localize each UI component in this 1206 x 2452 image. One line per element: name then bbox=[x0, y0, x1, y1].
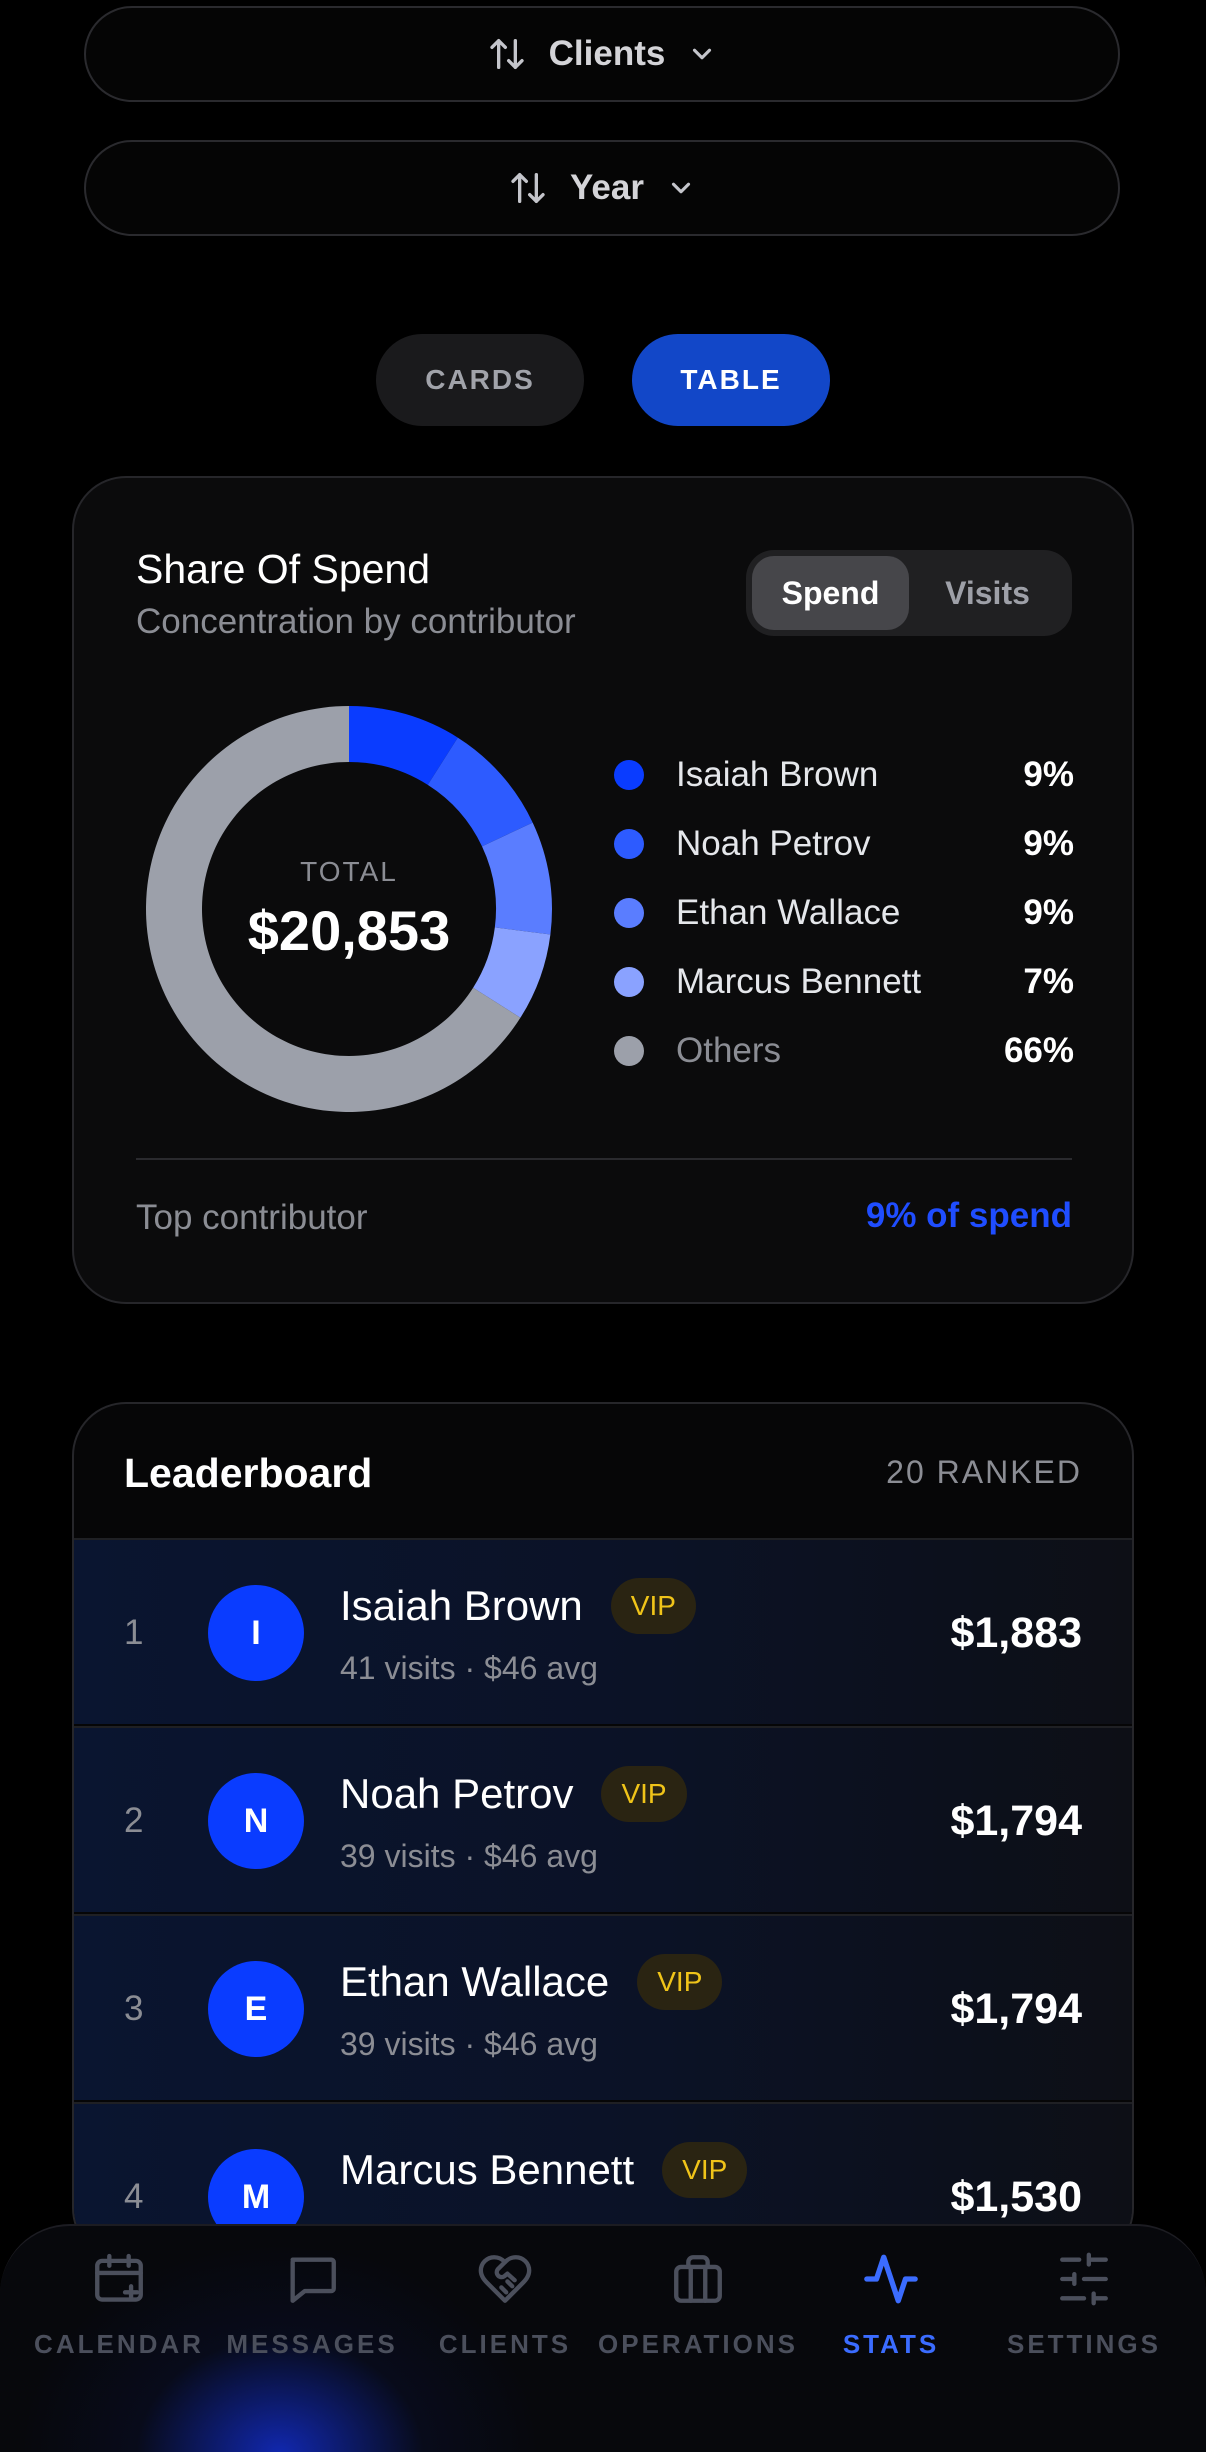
legend-item: Isaiah Brown 9% bbox=[614, 740, 1074, 809]
vip-badge: VIP bbox=[662, 2142, 748, 2198]
tab-label: SETTINGS bbox=[1006, 2329, 1161, 2359]
row-amount: $1,794 bbox=[950, 1796, 1082, 1845]
legend-percent: 9% bbox=[1023, 754, 1074, 794]
card-divider bbox=[136, 1158, 1072, 1160]
legend-dot bbox=[614, 828, 644, 859]
donut-total-label: TOTAL bbox=[300, 855, 398, 887]
legend-dot bbox=[614, 759, 644, 790]
cards-view-button[interactable]: CARDS bbox=[376, 334, 584, 426]
row-name-line: Noah Petrov VIP bbox=[340, 1766, 687, 1822]
chevron-down-icon bbox=[666, 173, 696, 203]
row-name-line: Isaiah Brown VIP bbox=[340, 1578, 696, 1634]
briefcase-icon bbox=[669, 2250, 727, 2313]
metric-toggle: Spend Visits bbox=[746, 550, 1072, 636]
legend-name: Others bbox=[676, 1030, 782, 1070]
spend-toggle-button[interactable]: Spend bbox=[752, 556, 909, 630]
client-name: Ethan Wallace bbox=[340, 1958, 610, 2005]
client-name: Marcus Bennett bbox=[340, 2146, 635, 2193]
row-meta: 39 visits · $46 avg bbox=[340, 1838, 598, 1874]
leaderboard-count: 20 RANKED bbox=[886, 1454, 1082, 1490]
legend-percent: 66% bbox=[1003, 1030, 1074, 1070]
client-name: Isaiah Brown bbox=[340, 1582, 583, 1629]
row-amount: $1,883 bbox=[950, 1608, 1082, 1657]
sort-arrows-icon bbox=[508, 168, 548, 208]
row-rank: 1 bbox=[124, 1613, 144, 1652]
leaderboard-row[interactable]: 3 E Ethan Wallace VIP 39 visits · $46 av… bbox=[74, 1914, 1132, 2100]
legend-item: Noah Petrov 9% bbox=[614, 809, 1074, 878]
row-name-line: Marcus Bennett VIP bbox=[340, 2142, 748, 2198]
legend-name: Ethan Wallace bbox=[676, 892, 901, 932]
leaderboard-title: Leaderboard bbox=[124, 1450, 373, 1496]
legend-item: Others 66% bbox=[614, 1016, 1074, 1085]
legend-name: Isaiah Brown bbox=[676, 754, 879, 794]
tab-label: MESSAGES bbox=[226, 2329, 398, 2359]
legend-percent: 9% bbox=[1023, 892, 1074, 932]
share-of-spend-card: Share Of Spend Concentration by contribu… bbox=[72, 476, 1134, 1304]
leaderboard-row[interactable]: 1 I Isaiah Brown VIP 41 visits · $46 avg… bbox=[74, 1538, 1132, 1724]
legend-dot bbox=[614, 1035, 644, 1066]
tab-settings[interactable]: SETTINGS bbox=[989, 2250, 1179, 2360]
vip-badge: VIP bbox=[610, 1578, 696, 1634]
legend-dot bbox=[614, 966, 644, 997]
avatar: E bbox=[208, 1961, 304, 2057]
sliders-icon bbox=[1055, 2250, 1113, 2313]
calendar-add-icon bbox=[90, 2250, 148, 2313]
tab-label: OPERATIONS bbox=[598, 2329, 798, 2359]
tab-label: CALENDAR bbox=[34, 2329, 204, 2359]
clients-filter-label: Clients bbox=[548, 34, 666, 73]
activity-pulse-icon bbox=[862, 2250, 920, 2313]
row-rank: 3 bbox=[124, 1989, 144, 2028]
legend-item: Marcus Bennett 7% bbox=[614, 947, 1074, 1016]
legend-item: Ethan Wallace 9% bbox=[614, 878, 1074, 947]
vip-badge: VIP bbox=[601, 1766, 687, 1822]
tab-messages[interactable]: MESSAGES bbox=[217, 2250, 407, 2360]
row-rank: 2 bbox=[124, 1801, 144, 1840]
row-name-line: Ethan Wallace VIP bbox=[340, 1954, 723, 2010]
donut-total-value: $20,853 bbox=[247, 898, 451, 962]
share-subtitle: Concentration by contributor bbox=[136, 602, 576, 641]
year-filter-label: Year bbox=[570, 168, 644, 207]
avatar: I bbox=[208, 1585, 304, 1681]
leaderboard-row[interactable]: 2 N Noah Petrov VIP 39 visits · $46 avg … bbox=[74, 1726, 1132, 1912]
heart-handshake-icon bbox=[476, 2250, 534, 2313]
top-contributor-label: Top contributor bbox=[136, 1198, 368, 1237]
legend-name: Marcus Bennett bbox=[676, 961, 922, 1001]
year-filter-select[interactable]: Year bbox=[84, 140, 1120, 236]
legend-percent: 9% bbox=[1023, 823, 1074, 863]
share-title: Share Of Spend bbox=[136, 546, 431, 592]
row-meta: 39 visits · $46 avg bbox=[340, 2026, 598, 2062]
chevron-down-icon bbox=[687, 39, 717, 69]
legend-dot bbox=[614, 897, 644, 928]
tab-clients[interactable]: CLIENTS bbox=[410, 2250, 600, 2360]
client-name: Noah Petrov bbox=[340, 1770, 574, 1817]
row-meta: 41 visits · $46 avg bbox=[340, 1650, 598, 1686]
tab-stats[interactable]: STATS bbox=[796, 2250, 986, 2360]
legend-name: Noah Petrov bbox=[676, 823, 871, 863]
message-bubble-icon bbox=[283, 2250, 341, 2313]
tab-label: CLIENTS bbox=[438, 2329, 572, 2359]
donut-legend: Isaiah Brown 9% Noah Petrov 9% Ethan Wal… bbox=[614, 740, 1074, 1085]
tab-calendar[interactable]: CALENDAR bbox=[24, 2250, 214, 2360]
clients-filter-select[interactable]: Clients bbox=[84, 6, 1120, 102]
vip-badge: VIP bbox=[637, 1954, 723, 2010]
leaderboard-card: Leaderboard 20 RANKED 1 I Isaiah Brown V… bbox=[72, 1402, 1134, 2262]
donut-chart: TOTAL $20,853 bbox=[144, 704, 554, 1114]
table-view-button[interactable]: TABLE bbox=[632, 334, 830, 426]
bottom-tab-bar: CALENDAR MESSAGES CLIENTS OPERATIONS STA… bbox=[0, 2224, 1206, 2452]
top-contributor-value: 9% of spend bbox=[865, 1196, 1072, 1235]
legend-percent: 7% bbox=[1023, 961, 1074, 1001]
row-amount: $1,794 bbox=[950, 1984, 1082, 2033]
avatar: N bbox=[208, 1773, 304, 1869]
tab-label: STATS bbox=[842, 2329, 940, 2359]
sort-arrows-icon bbox=[487, 34, 527, 74]
tab-operations[interactable]: OPERATIONS bbox=[598, 2250, 795, 2360]
visits-toggle-button[interactable]: Visits bbox=[909, 556, 1066, 630]
